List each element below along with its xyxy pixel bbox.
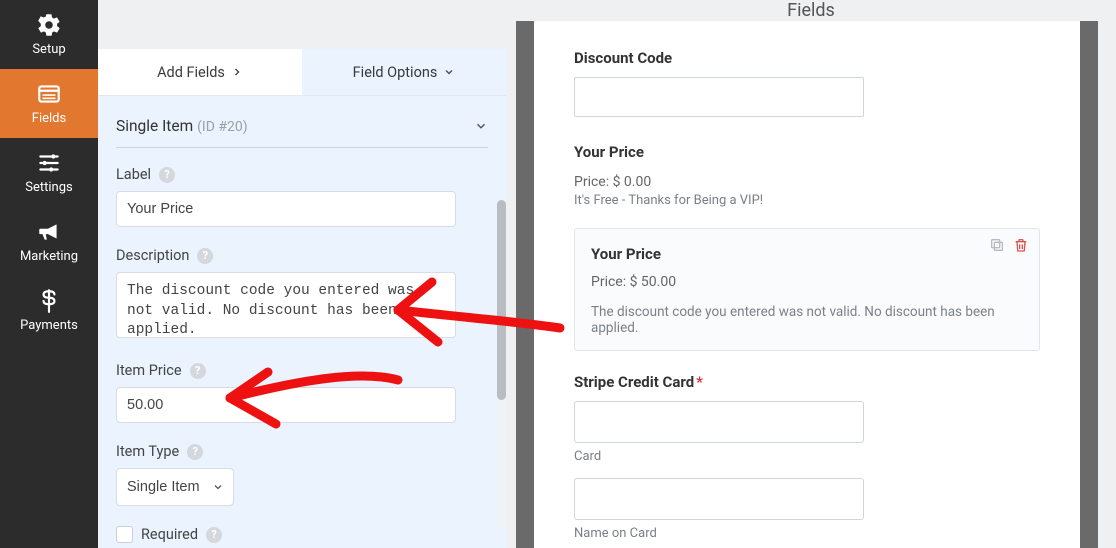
preview-column: Fields Discount Code Your Price Price: $… <box>506 0 1116 548</box>
invalid-desc: The discount code you entered was not va… <box>591 304 1023 336</box>
tab-label: Field Options <box>353 64 438 81</box>
preview-header: Fields <box>506 0 1116 21</box>
preview-stripe-block[interactable]: Stripe Credit Card* Card Name on Card <box>574 373 1040 541</box>
description-label: Description <box>116 247 189 264</box>
nav-item-label: Setup <box>32 42 65 57</box>
nav-item-fields[interactable]: Fields <box>0 69 98 138</box>
nav-item-marketing[interactable]: Marketing <box>0 207 98 276</box>
help-icon[interactable]: ? <box>187 444 203 460</box>
field-sidebar: Add Fields Field Options Single Item (ID… <box>98 0 506 548</box>
scrollbar-thumb[interactable] <box>497 200 506 400</box>
required-label: Required <box>141 526 198 543</box>
help-icon[interactable]: ? <box>159 167 175 183</box>
section-header[interactable]: Single Item (ID #20) <box>116 110 488 148</box>
nav-item-label: Payments <box>20 318 78 333</box>
item-price-input[interactable] <box>116 387 456 423</box>
megaphone-icon <box>36 219 62 245</box>
tab-label: Add Fields <box>157 64 225 81</box>
duplicate-icon[interactable] <box>989 237 1005 253</box>
sliders-icon <box>36 150 62 176</box>
scrollbar[interactable] <box>497 200 506 530</box>
nav-item-label: Fields <box>32 111 66 126</box>
card-sub: Card <box>574 449 1040 464</box>
your-price-label: Your Price <box>574 143 1040 161</box>
price-50-line: Price: $ 50.00 <box>591 271 1023 293</box>
item-type-label: Item Type <box>116 443 179 460</box>
name-on-card-input[interactable] <box>574 478 864 520</box>
preview-price-selected-block[interactable]: Your Price Price: $ 50.00 The discount c… <box>574 228 1040 350</box>
chevron-down-icon <box>443 66 455 78</box>
preview-price-free-block[interactable]: Your Price Price: $ 0.00 It's Free - Tha… <box>574 143 1040 208</box>
tab-field-options[interactable]: Field Options <box>302 49 506 95</box>
nav-item-settings[interactable]: Settings <box>0 138 98 207</box>
preview-discount-block[interactable]: Discount Code <box>574 49 1040 117</box>
help-icon[interactable]: ? <box>190 363 206 379</box>
section-title: Single Item <box>116 117 193 135</box>
discount-code-input[interactable] <box>574 77 864 117</box>
dollar-icon <box>36 288 62 314</box>
description-textarea[interactable]: The discount code you entered was not va… <box>116 272 456 338</box>
required-star-icon: * <box>696 373 703 391</box>
chevron-down-icon <box>474 119 488 133</box>
left-nav: Setup Fields Settings Marketing Payments <box>0 0 98 548</box>
label-input[interactable] <box>116 191 456 227</box>
gear-icon <box>36 12 62 38</box>
price-free-sub: It's Free - Thanks for Being a VIP! <box>574 193 1040 208</box>
nav-item-setup[interactable]: Setup <box>0 0 98 69</box>
preview-gutter-right <box>1080 21 1098 548</box>
trash-icon[interactable] <box>1013 237 1029 253</box>
help-icon[interactable]: ? <box>206 527 222 543</box>
item-price-label: Item Price <box>116 362 182 379</box>
card-input[interactable] <box>574 401 864 443</box>
chevron-right-icon <box>231 66 243 78</box>
item-type-select[interactable]: Single Item <box>116 468 234 506</box>
list-icon <box>36 81 62 107</box>
label-label: Label <box>116 166 151 183</box>
help-icon[interactable]: ? <box>197 248 213 264</box>
nav-item-label: Settings <box>25 180 72 195</box>
discount-code-label: Discount Code <box>574 49 1040 67</box>
nav-item-payments[interactable]: Payments <box>0 276 98 345</box>
nav-item-label: Marketing <box>20 249 78 264</box>
price-free-line: Price: $ 0.00 <box>574 171 1040 193</box>
your-price-label: Your Price <box>591 245 1023 263</box>
name-on-card-sub: Name on Card <box>574 526 1040 541</box>
preview-gutter-left <box>516 21 534 548</box>
tab-add-fields[interactable]: Add Fields <box>98 49 302 95</box>
stripe-label: Stripe Credit Card* <box>574 373 1040 391</box>
sidebar-tabs: Add Fields Field Options <box>98 49 506 96</box>
section-id: (ID #20) <box>197 119 248 135</box>
required-checkbox[interactable] <box>116 526 133 543</box>
